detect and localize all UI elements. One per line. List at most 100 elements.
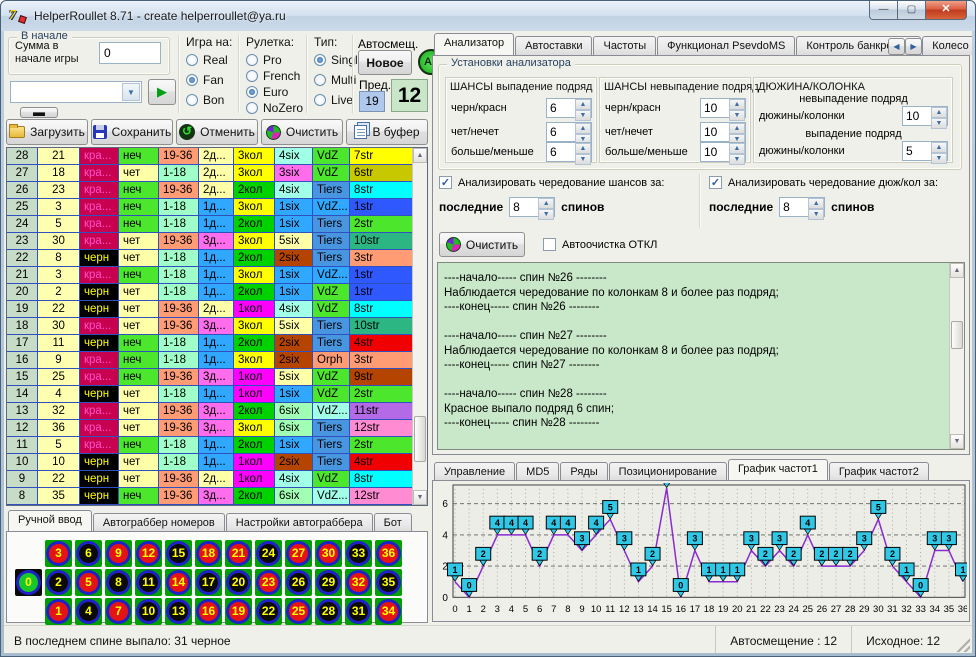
table-row[interactable]: 228чернчет1-181д...2кол2sixTiers3str	[7, 250, 412, 267]
new-button[interactable]: Новое	[358, 50, 412, 75]
spinner-high-low-miss[interactable]: ▲▼	[700, 142, 746, 162]
number-button-6[interactable]: 6	[75, 540, 102, 567]
radio-roulette-nozero[interactable]: NoZero	[246, 101, 303, 115]
tab-input-2[interactable]: Настройки автограббера	[226, 513, 373, 532]
number-button-22[interactable]: 22	[255, 598, 282, 625]
analyzer-clear-button[interactable]: Очистить	[439, 232, 525, 257]
number-button-34[interactable]: 34	[375, 598, 402, 625]
number-button-26[interactable]: 26	[285, 569, 312, 596]
copy-buffer-button[interactable]: В буфер	[346, 119, 428, 145]
number-button-17[interactable]: 17	[195, 569, 222, 596]
radio-game-fan[interactable]: Fan	[186, 73, 232, 87]
number-button-10[interactable]: 10	[135, 598, 162, 625]
tab-chart-4[interactable]: График частот1	[728, 459, 828, 481]
number-button-5[interactable]: 5	[75, 569, 102, 596]
minimize-button[interactable]: —	[869, 1, 898, 20]
tab-chart-0[interactable]: Управление	[434, 462, 515, 481]
scroll-down-icon[interactable]: ▼	[413, 490, 427, 505]
table-row[interactable]: 245кра...неч1-181д...2кол1sixTiers2str	[7, 216, 412, 233]
scroll-up-icon[interactable]: ▲	[413, 148, 427, 163]
spinner-black-red-miss[interactable]: ▲▼	[700, 98, 746, 118]
table-row[interactable]: 202чернчет1-181д...2кол1sixVdZ1str	[7, 284, 412, 301]
tab-scroll-left-icon[interactable]: ◀	[888, 38, 905, 55]
number-button-30[interactable]: 30	[315, 540, 342, 567]
tab-analyzer-0[interactable]: Анализатор	[434, 33, 514, 55]
number-button-7[interactable]: 7	[105, 598, 132, 625]
title-bar[interactable]: 7 HelperRoullet 8.71 - create helperroul…	[1, 1, 975, 31]
table-row[interactable]: 169кра...неч1-181д...3кол2sixOrph3str	[7, 352, 412, 369]
spinner-even-odd[interactable]: ▲▼	[546, 122, 592, 142]
number-button-32[interactable]: 32	[345, 569, 372, 596]
number-button-33[interactable]: 33	[345, 540, 372, 567]
chevron-down-icon[interactable]: ▼	[122, 83, 140, 101]
number-button-13[interactable]: 13	[165, 598, 192, 625]
number-button-2[interactable]: 2	[45, 569, 72, 596]
history-combobox[interactable]: ▼	[10, 81, 142, 103]
number-button-36[interactable]: 36	[375, 540, 402, 567]
number-button-35[interactable]: 35	[375, 569, 402, 596]
table-row[interactable]: 1332кра...чет19-363д...2кол6sixVdZ...11s…	[7, 403, 412, 420]
dash-button[interactable]: ▬	[20, 107, 58, 118]
number-button-25[interactable]: 25	[285, 598, 312, 625]
table-row[interactable]: 1922чернчет19-362д...1кол4sixVdZ8str	[7, 301, 412, 318]
number-button-8[interactable]: 8	[105, 569, 132, 596]
radio-roulette-french[interactable]: French	[246, 69, 303, 83]
resize-grip[interactable]	[954, 636, 970, 652]
number-button-20[interactable]: 20	[225, 569, 252, 596]
number-button-12[interactable]: 12	[135, 540, 162, 567]
radio-roulette-pro[interactable]: Pro	[246, 53, 303, 67]
number-button-3[interactable]: 3	[45, 540, 72, 567]
radio-roulette-euro[interactable]: Euro	[246, 85, 303, 99]
table-row[interactable]: 2623кра...неч19-362д...2кол4sixTiers8str	[7, 182, 412, 199]
spinner-even-odd-miss[interactable]: ▲▼	[700, 122, 746, 142]
scrollbar-thumb[interactable]	[414, 416, 426, 462]
clear-button[interactable]: Очистить	[261, 119, 343, 145]
number-button-27[interactable]: 27	[285, 540, 312, 567]
number-button-0[interactable]: 0	[15, 569, 42, 596]
number-button-14[interactable]: 14	[165, 569, 192, 596]
spinner-dozen-hit[interactable]: ▲▼	[902, 141, 948, 161]
tab-chart-1[interactable]: MD5	[516, 462, 559, 481]
close-button[interactable]: ✕	[925, 1, 967, 20]
tab-analyzer-5[interactable]: Колесо ру	[922, 36, 972, 55]
load-button[interactable]: Загрузить	[6, 119, 88, 145]
spinner-last-spins2[interactable]: ▲▼	[779, 197, 825, 217]
radio-game-bon[interactable]: Bon	[186, 93, 232, 107]
number-button-28[interactable]: 28	[315, 598, 342, 625]
tab-chart-2[interactable]: Ряды	[560, 462, 607, 481]
table-row[interactable]: 115кра...неч1-181д...2кол1sixTiers2str	[7, 437, 412, 454]
table-row[interactable]: 253кра...неч1-181д...3кол1sixVdZ...1str	[7, 199, 412, 216]
number-button-18[interactable]: 18	[195, 540, 222, 567]
table-row[interactable]: 922чернчет19-362д...1кол4sixVdZ8str	[7, 471, 412, 488]
spinner-dozen-miss[interactable]: ▲▼	[902, 106, 948, 126]
number-button-21[interactable]: 21	[225, 540, 252, 567]
number-button-4[interactable]: 4	[75, 598, 102, 625]
tab-input-1[interactable]: Автограббер номеров	[93, 513, 225, 532]
table-row[interactable]: 213кра...неч1-181д...3кол1sixVdZ...1str	[7, 267, 412, 284]
play-button[interactable]: ▶	[148, 79, 176, 105]
start-sum-input[interactable]	[99, 42, 161, 64]
table-scrollbar[interactable]: ▲ ▼	[412, 148, 427, 505]
spinner-high-low[interactable]: ▲▼	[546, 142, 592, 162]
spinner-black-red[interactable]: ▲▼	[546, 98, 592, 118]
tab-chart-3[interactable]: Позиционирование	[609, 462, 727, 481]
table-row[interactable]: 2821кра...неч19-362д...3кол4sixVdZ7str	[7, 148, 412, 165]
autoclear-checkbox[interactable]	[543, 238, 556, 251]
tab-scroll-right-icon[interactable]: ▶	[905, 38, 922, 55]
scrollbar-thumb[interactable]	[951, 321, 963, 349]
scroll-up-icon[interactable]: ▲	[950, 263, 964, 278]
tab-chart-5[interactable]: График частот2	[829, 462, 929, 481]
table-row[interactable]: 2718кра...чет1-182д...3кол3sixVdZ6str	[7, 165, 412, 182]
tab-input-3[interactable]: Бот	[374, 513, 412, 532]
dozen-alt-checkbox[interactable]: ✓	[709, 176, 722, 189]
table-row[interactable]: 1525кра...неч19-363д...1кол5sixVdZ9str	[7, 369, 412, 386]
number-button-11[interactable]: 11	[135, 569, 162, 596]
number-button-19[interactable]: 19	[225, 598, 252, 625]
table-row[interactable]: 1010чернчет1-181д...1кол2sixTiers4str	[7, 454, 412, 471]
table-row[interactable]: 835черннеч19-363д...2кол6sixVdZ...12str	[7, 488, 412, 505]
tab-analyzer-1[interactable]: Автоставки	[515, 36, 592, 55]
tab-analyzer-3[interactable]: Функционал PsevdoMS	[657, 36, 795, 55]
save-button[interactable]: Сохранить	[91, 119, 173, 145]
number-button-29[interactable]: 29	[315, 569, 342, 596]
number-button-16[interactable]: 16	[195, 598, 222, 625]
